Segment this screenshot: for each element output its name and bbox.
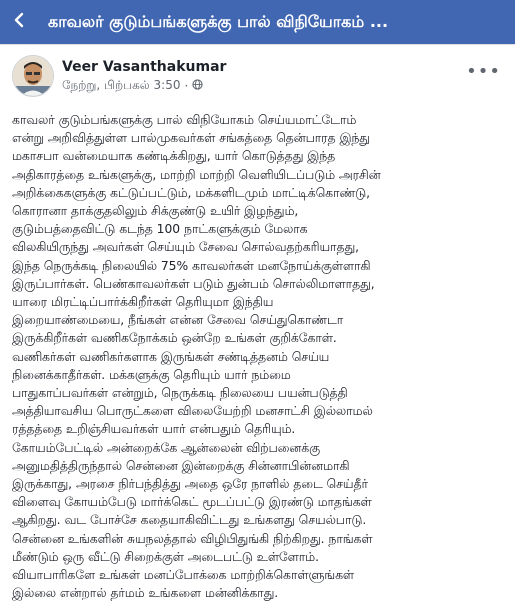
avatar[interactable] [12,55,54,97]
post-line: ஆகிறது. வட போச்சே கதையாகிவிட்டது உங்களது… [12,513,367,528]
author-name[interactable]: Veer Vasanthakumar [62,59,226,75]
post-text: காவலர் குடும்பங்களுக்கு பால் விநியோகம் ச… [12,111,505,602]
post-line: என்று அறிவித்துள்ள பால்முகவர்கள் சங்கத்த… [12,131,370,146]
post-line: இல்லை என்றால் தர்மம் உங்களை மன்னிக்காது. [12,586,279,601]
post-line: இந்த நெருக்கடி நிலையில் 75% காவலர்கள் மன… [12,258,371,273]
post-line: யாரை மிரட்டிப்பார்க்கிறீர்கள் தெரியுமா இ… [12,295,274,310]
meta-separator: · [184,79,189,93]
post-line: மீண்டும் ஒரு வீட்டு சிறைக்குள் அடைபட்டு … [12,549,319,564]
post-line: குடும்பத்தைவிட்டு கடந்த 100 நாட்களுக்கும… [12,222,308,237]
globe-icon [192,79,203,93]
post-line: காவலர் குடும்பங்களுக்கு பால் விநியோகம் ச… [12,113,357,127]
post-line: அனுமதித்திருந்தால் சென்னை இன்றைக்கு சின்… [12,458,350,473]
post-line: விளைவு கோயம்பேடு மார்க்கெட் மூடப்பட்டு இ… [12,495,372,510]
post-line: மகாசபா வன்மையாக கண்டிக்கிறது, யார் கொடுத… [12,149,336,164]
post-line: அறிக்கைகளுக்கு கட்டுப்பட்டும், மக்களிடமு… [12,185,370,200]
post-line: நினைக்காதீர்கள். மக்களுக்கு தெரியும் யார… [12,367,291,382]
post-meta: நேற்று, பிற்பகல் 3:50 · [62,78,203,94]
post-line: அத்தியாவசிய பொருட்களை விலையேற்றி மனசாட்ச… [12,404,373,419]
arrow-left-icon [11,11,29,33]
post-line: இறையாண்மையை, நீங்கள் என்ன சேவை செய்துகொண… [12,313,344,328]
post-line: வணிகர்கள் வணிகர்களாக இருங்கள் சண்டித்தனம… [12,349,330,364]
post-line: வியாபாரிகளே உங்கள் மனப்போக்கை மாற்றிக்கொ… [12,568,355,583]
post-line: கொரானா தாக்குதலிலும் சிக்குண்டு உயிர் இழ… [12,204,299,219]
post-line: இருப்பார்கள். பெண்காவலர்கள் படும் துன்பம… [12,276,375,291]
post-line: கோயம்பேட்டில் அன்றைக்கே ஆன்லைன் விற்பனைக… [12,440,320,455]
post-line: விலகியிருந்து அவர்கள் செய்யும் சேவை சொல்… [12,240,360,255]
post-line: ரத்தத்தை உறிஞ்சியவர்கள் யார் என்பதும் தெ… [12,422,296,437]
post-timestamp[interactable]: நேற்று, பிற்பகல் 3:50 [62,78,181,94]
post-line: இருக்காது, அரசை நிர்பந்தித்து அதை ஒரே நா… [12,477,368,492]
back-button[interactable] [0,0,40,44]
post-line: இருக்கிறீர்கள் வணிகநோக்கம் ஒன்றே உங்கள் … [12,331,337,346]
post-line: சென்னை உங்களின் சுயநலத்தால் விழிபிதுங்கி… [12,531,373,546]
top-app-bar: காவலர் குடும்பங்களுக்கு பால் விநியோகம் .… [0,0,515,44]
post-line: அதிகாரத்தை உங்களுக்கு, மாற்றி மாற்றி வெள… [12,167,381,182]
page-title: காவலர் குடும்பங்களுக்கு பால் விநியோகம் .… [48,11,389,31]
post-header: Veer Vasanthakumar நேற்று, பிற்பகல் 3:50… [0,45,515,107]
post-line: பாதுகாப்பவர்கள் என்றும், நெருக்கடி நிலைய… [12,386,348,401]
more-dots-icon[interactable]: ••• [466,61,501,82]
post-card: Veer Vasanthakumar நேற்று, பிற்பகல் 3:50… [0,44,515,616]
